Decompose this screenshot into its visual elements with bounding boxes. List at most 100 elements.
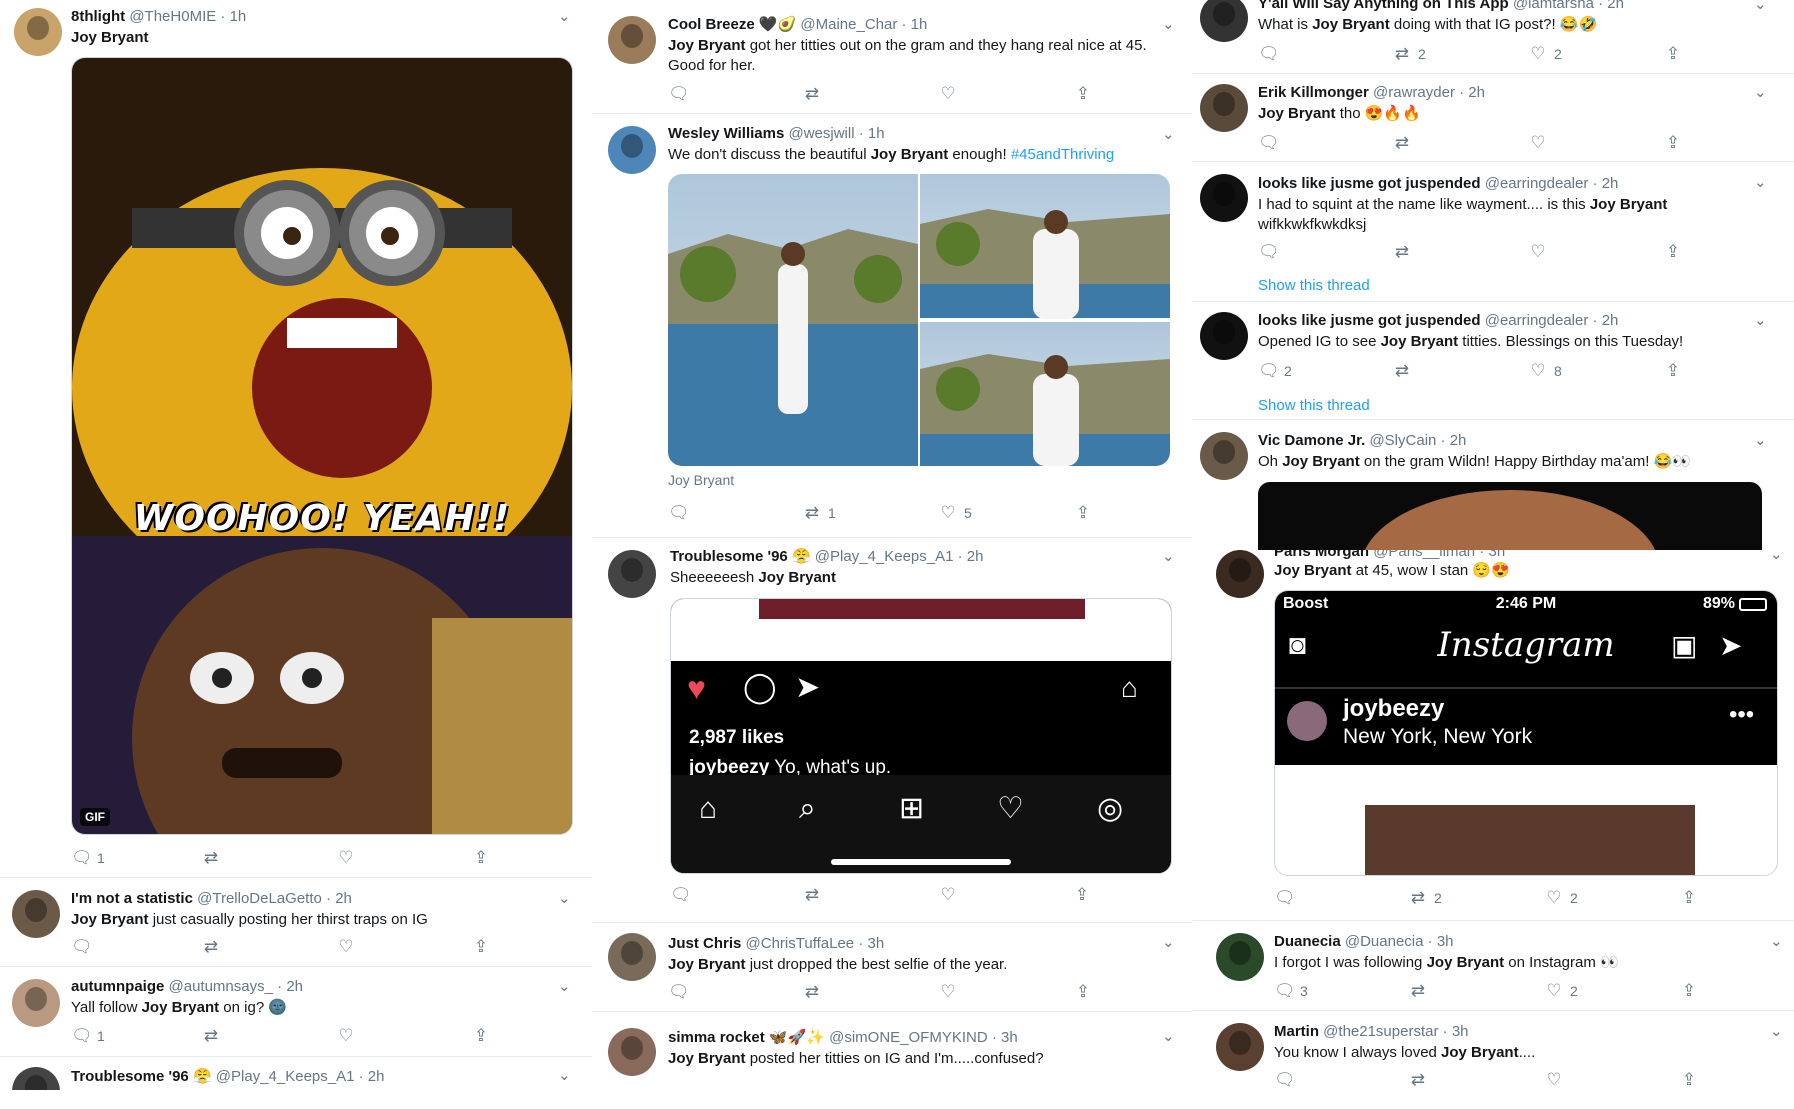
avatar[interactable] (1200, 174, 1248, 222)
reply-button[interactable]: 🗨 1 (71, 1025, 105, 1048)
retweet-button[interactable]: ⇄ (802, 884, 822, 907)
handle[interactable]: @the21superstar (1323, 1023, 1438, 1040)
handle[interactable]: @TheH0MIE (129, 8, 216, 25)
timestamp[interactable]: 2h (1602, 312, 1619, 329)
avatar[interactable] (1200, 432, 1248, 480)
timestamp[interactable]: 2h (967, 548, 984, 565)
reply-button[interactable]: 🗨 (668, 83, 690, 106)
share-button[interactable]: ⇪ (1073, 502, 1093, 525)
like-button[interactable]: ♡ (1544, 1069, 1564, 1090)
instagram-screenshot[interactable]: ♥ ◯ ➤ ⌂ 2,987 likes joybeezy Yo, what's … (670, 598, 1172, 874)
like-button[interactable]: ♡ 2 (1528, 43, 1561, 66)
display-name[interactable]: Paris Morgan (1274, 550, 1369, 560)
handle[interactable]: @wesjwill (788, 125, 854, 142)
like-button[interactable]: ♡ (336, 936, 356, 959)
tweet[interactable]: 8thlight @TheH0MIE · 1h ⌄ Joy Bryant WOO… (0, 0, 592, 878)
chevron-down-icon[interactable]: ⌄ (1162, 16, 1175, 34)
share-button[interactable]: ⇪ (1663, 241, 1683, 264)
tweet[interactable]: Erik Killmonger @rawrayder · 2h ⌄ Joy Br… (1192, 74, 1794, 162)
share-button[interactable]: ⇪ (471, 936, 491, 959)
retweet-button[interactable]: ⇄ (802, 981, 822, 1004)
display-name[interactable]: autumnpaige (71, 978, 164, 995)
chevron-down-icon[interactable]: ⌄ (1754, 84, 1767, 102)
timestamp[interactable]: 2h (1450, 432, 1467, 449)
reply-button[interactable]: 🗨 2 (1258, 360, 1292, 383)
tweet[interactable]: Wesley Williams @wesjwill · 1h ⌄ We don'… (592, 114, 1192, 538)
tweet[interactable]: Vic Damone Jr. @SlyCain · 2h ⌄ Oh Joy Br… (1192, 420, 1794, 550)
like-button[interactable]: ♡ 2 (1544, 980, 1577, 1003)
chevron-down-icon[interactable]: ⌄ (558, 1067, 571, 1085)
handle[interactable]: @ChrisTuffaLee (746, 935, 855, 952)
chevron-down-icon[interactable]: ⌄ (1162, 1028, 1175, 1046)
avatar[interactable] (608, 126, 656, 174)
tweet[interactable]: Martin @the21superstar · 3h ⌄ You know I… (1192, 1011, 1794, 1090)
timestamp[interactable]: 3h (868, 935, 885, 952)
handle[interactable]: @TrelloDeLaGetto (197, 890, 322, 907)
avatar[interactable] (14, 8, 62, 56)
avatar[interactable] (1216, 933, 1264, 981)
timestamp[interactable]: 3h (1452, 1023, 1469, 1040)
avatar[interactable] (1216, 550, 1264, 598)
display-name[interactable]: Wesley Williams (668, 125, 784, 142)
avatar[interactable] (1200, 312, 1248, 360)
handle[interactable]: @SlyCain (1369, 432, 1436, 449)
display-name[interactable]: Erik Killmonger (1258, 84, 1369, 101)
chevron-down-icon[interactable]: ⌄ (1754, 432, 1767, 450)
chevron-down-icon[interactable]: ⌄ (1770, 1023, 1783, 1041)
avatar[interactable] (1200, 84, 1248, 132)
like-button[interactable]: ♡ (938, 83, 958, 106)
tweet[interactable]: Y'all Will Say Anything on This App @iam… (1192, 0, 1794, 74)
timestamp[interactable]: 2h (286, 978, 303, 995)
share-button[interactable]: ⇪ (1663, 360, 1683, 383)
display-name[interactable]: Y'all Will Say Anything on This App (1258, 0, 1509, 12)
handle[interactable]: @Play_4_Keeps_A1 (815, 548, 954, 565)
retweet-button[interactable]: ⇄ 2 (1408, 887, 1442, 910)
like-button[interactable]: ♡ 8 (1528, 360, 1561, 383)
like-button[interactable]: ♡ 2 (1544, 887, 1577, 910)
timestamp[interactable]: 2h (368, 1068, 385, 1085)
display-name[interactable]: 8thlight (71, 8, 125, 25)
like-button[interactable]: ♡ 5 (938, 502, 971, 525)
share-button[interactable]: ⇪ (471, 1025, 491, 1048)
avatar[interactable] (1200, 0, 1248, 42)
chevron-down-icon[interactable]: ⌄ (1754, 0, 1767, 14)
tweet[interactable]: Just Chris @ChrisTuffaLee · 3h ⌄ Joy Bry… (592, 923, 1192, 1012)
avatar[interactable] (608, 550, 656, 598)
reply-button[interactable]: 🗨 (1274, 1069, 1296, 1090)
chevron-down-icon[interactable]: ⌄ (558, 890, 571, 908)
show-thread-link[interactable]: Show this thread (1258, 397, 1370, 414)
reply-button[interactable]: 🗨 3 (1274, 980, 1308, 1003)
like-button[interactable]: ♡ (938, 884, 958, 907)
avatar[interactable] (608, 933, 656, 981)
chevron-down-icon[interactable]: ⌄ (1754, 174, 1767, 192)
handle[interactable]: @simONE_OFMYKIND (829, 1029, 988, 1046)
reply-button[interactable]: 🗨 (1274, 887, 1296, 910)
share-button[interactable]: ⇪ (1663, 132, 1683, 155)
display-name[interactable]: looks like jusme got juspended (1258, 312, 1481, 329)
instagram-screenshot[interactable]: Boost 2:46 PM 89% ◙ Instagram ▣ ➤ joybee… (1274, 590, 1778, 876)
like-button[interactable]: ♡ (336, 847, 356, 870)
handle[interactable]: @Duanecia (1345, 933, 1424, 950)
avatar[interactable] (608, 1028, 656, 1076)
chevron-down-icon[interactable]: ⌄ (558, 8, 571, 26)
tweet[interactable]: simma rocket 🦋🚀✨ @simONE_OFMYKIND · 3h ⌄… (592, 1012, 1192, 1090)
avatar[interactable] (12, 979, 60, 1027)
hashtag-link[interactable]: #45andThriving (1011, 146, 1114, 163)
retweet-button[interactable]: ⇄ (1392, 132, 1412, 155)
timestamp[interactable]: 2h (1602, 175, 1619, 192)
display-name[interactable]: Cool Breeze 🖤🥑 (668, 16, 796, 33)
retweet-button[interactable]: ⇄ (201, 936, 221, 959)
handle[interactable]: @earringdealer (1485, 175, 1589, 192)
retweet-button[interactable]: ⇄ (201, 847, 221, 870)
reply-button[interactable]: 🗨 (1258, 132, 1280, 155)
reply-button[interactable]: 🗨 1 (71, 847, 105, 870)
display-name[interactable]: Just Chris (668, 935, 741, 952)
tweet[interactable]: autumnpaige @autumnsays_ · 2h ⌄ Yall fol… (0, 967, 592, 1057)
chevron-down-icon[interactable]: ⌄ (1770, 550, 1783, 564)
like-button[interactable]: ♡ (1528, 241, 1548, 264)
chevron-down-icon[interactable]: ⌄ (1162, 548, 1175, 566)
tweet[interactable]: looks like jusme got juspended @earringd… (1192, 302, 1794, 420)
share-button[interactable]: ⇪ (471, 847, 491, 870)
display-name[interactable]: Troublesome '96 😤 (71, 1068, 212, 1085)
chevron-down-icon[interactable]: ⌄ (1754, 312, 1767, 330)
